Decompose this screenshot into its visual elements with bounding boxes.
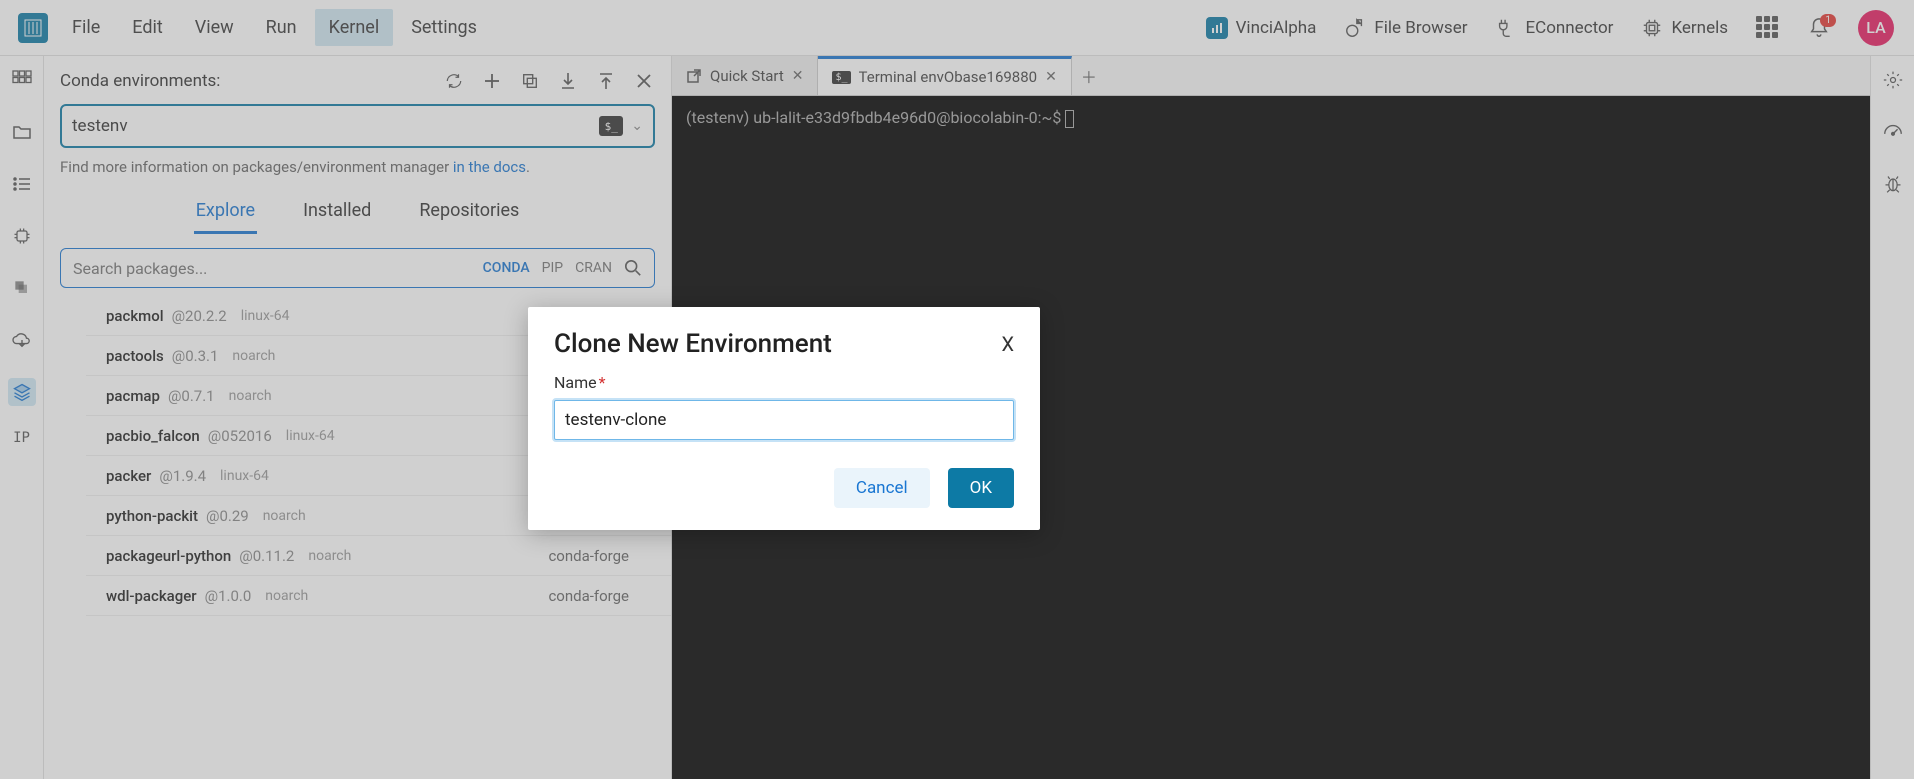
cancel-button[interactable]: Cancel — [834, 468, 930, 508]
modal-name-label: Name* — [554, 373, 1014, 392]
modal-close-button[interactable]: X — [1001, 332, 1014, 356]
clone-env-modal: Clone New Environment X Name* Cancel OK — [528, 307, 1040, 530]
ok-button[interactable]: OK — [948, 468, 1014, 508]
modal-title: Clone New Environment — [554, 329, 832, 359]
clone-name-input[interactable] — [554, 400, 1014, 440]
